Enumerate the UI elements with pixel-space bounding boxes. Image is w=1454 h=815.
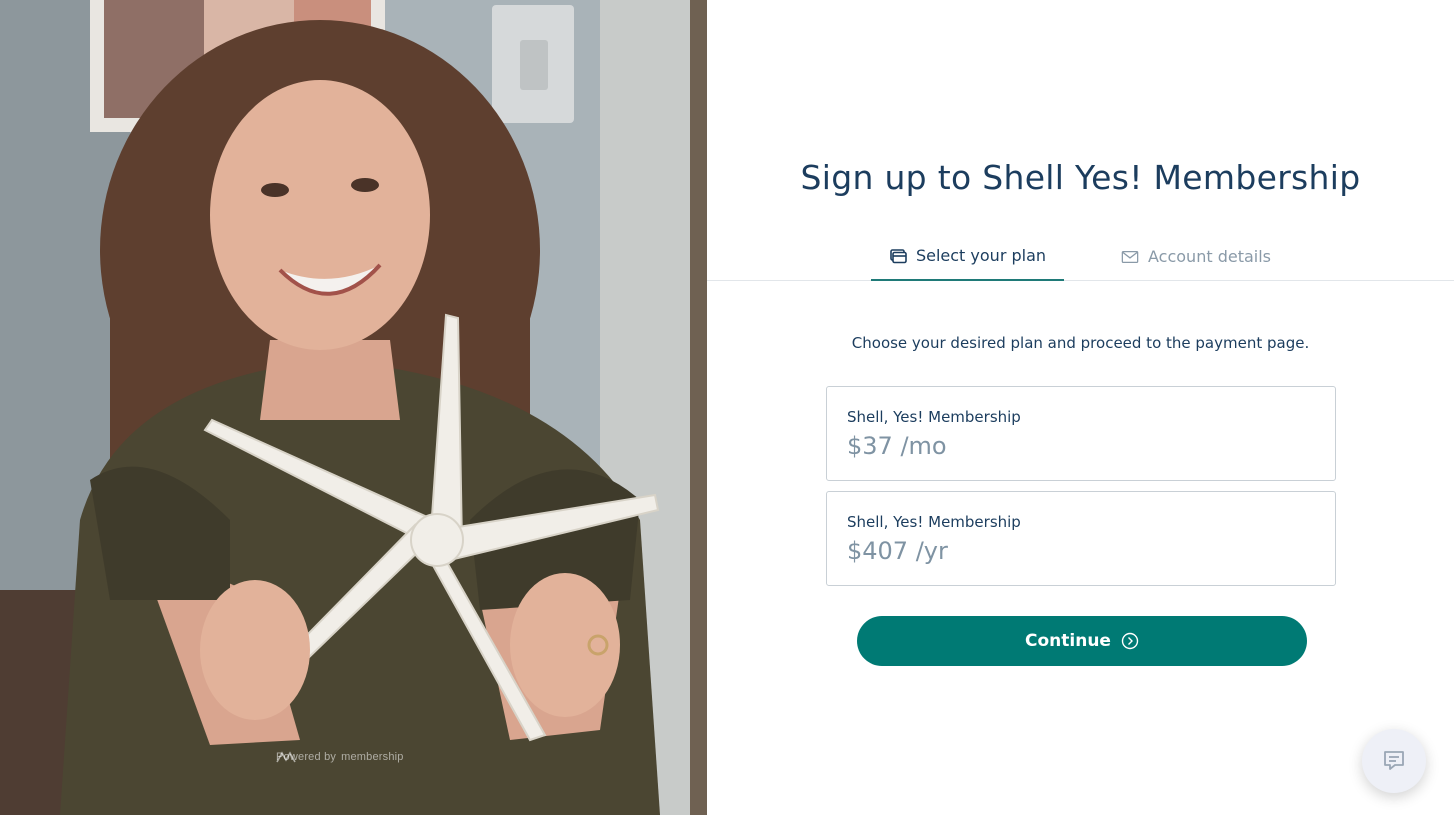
plan-name: Shell, Yes! Membership <box>847 513 1021 531</box>
hero-illustration <box>0 0 707 815</box>
arrow-circle-right-icon <box>1121 632 1139 650</box>
powered-by[interactable]: Powered by membership <box>276 751 404 763</box>
credit-card-icon <box>889 247 907 265</box>
tab-account-details[interactable]: Account details <box>1121 232 1271 281</box>
chat-icon <box>1384 751 1404 770</box>
page-title: Sign up to Shell Yes! Membership <box>800 158 1361 197</box>
tab-account-details-label: Account details <box>1148 247 1271 266</box>
envelope-icon <box>1121 248 1139 266</box>
tab-select-plan[interactable]: Select your plan <box>871 232 1064 281</box>
brand-name: membership <box>341 751 404 763</box>
continue-label: Continue <box>1025 631 1111 651</box>
continue-button[interactable]: Continue <box>857 616 1307 666</box>
plan-name: Shell, Yes! Membership <box>847 408 1021 426</box>
plan-price: $407 /yr <box>847 537 948 565</box>
membership-logo-icon <box>276 751 296 763</box>
plan-option-yearly[interactable]: Shell, Yes! Membership $407 /yr <box>826 491 1336 586</box>
hero-photo: Powered by membership <box>0 0 707 815</box>
plan-price: $37 /mo <box>847 432 947 460</box>
step-tabs: Select your plan Account details <box>707 232 1454 281</box>
plan-instruction: Choose your desired plan and proceed to … <box>851 334 1310 352</box>
signup-panel: Sign up to Shell Yes! Membership Select … <box>707 0 1454 815</box>
plan-option-monthly[interactable]: Shell, Yes! Membership $37 /mo <box>826 386 1336 481</box>
chat-button[interactable] <box>1362 729 1426 793</box>
tab-select-plan-label: Select your plan <box>915 246 1047 265</box>
